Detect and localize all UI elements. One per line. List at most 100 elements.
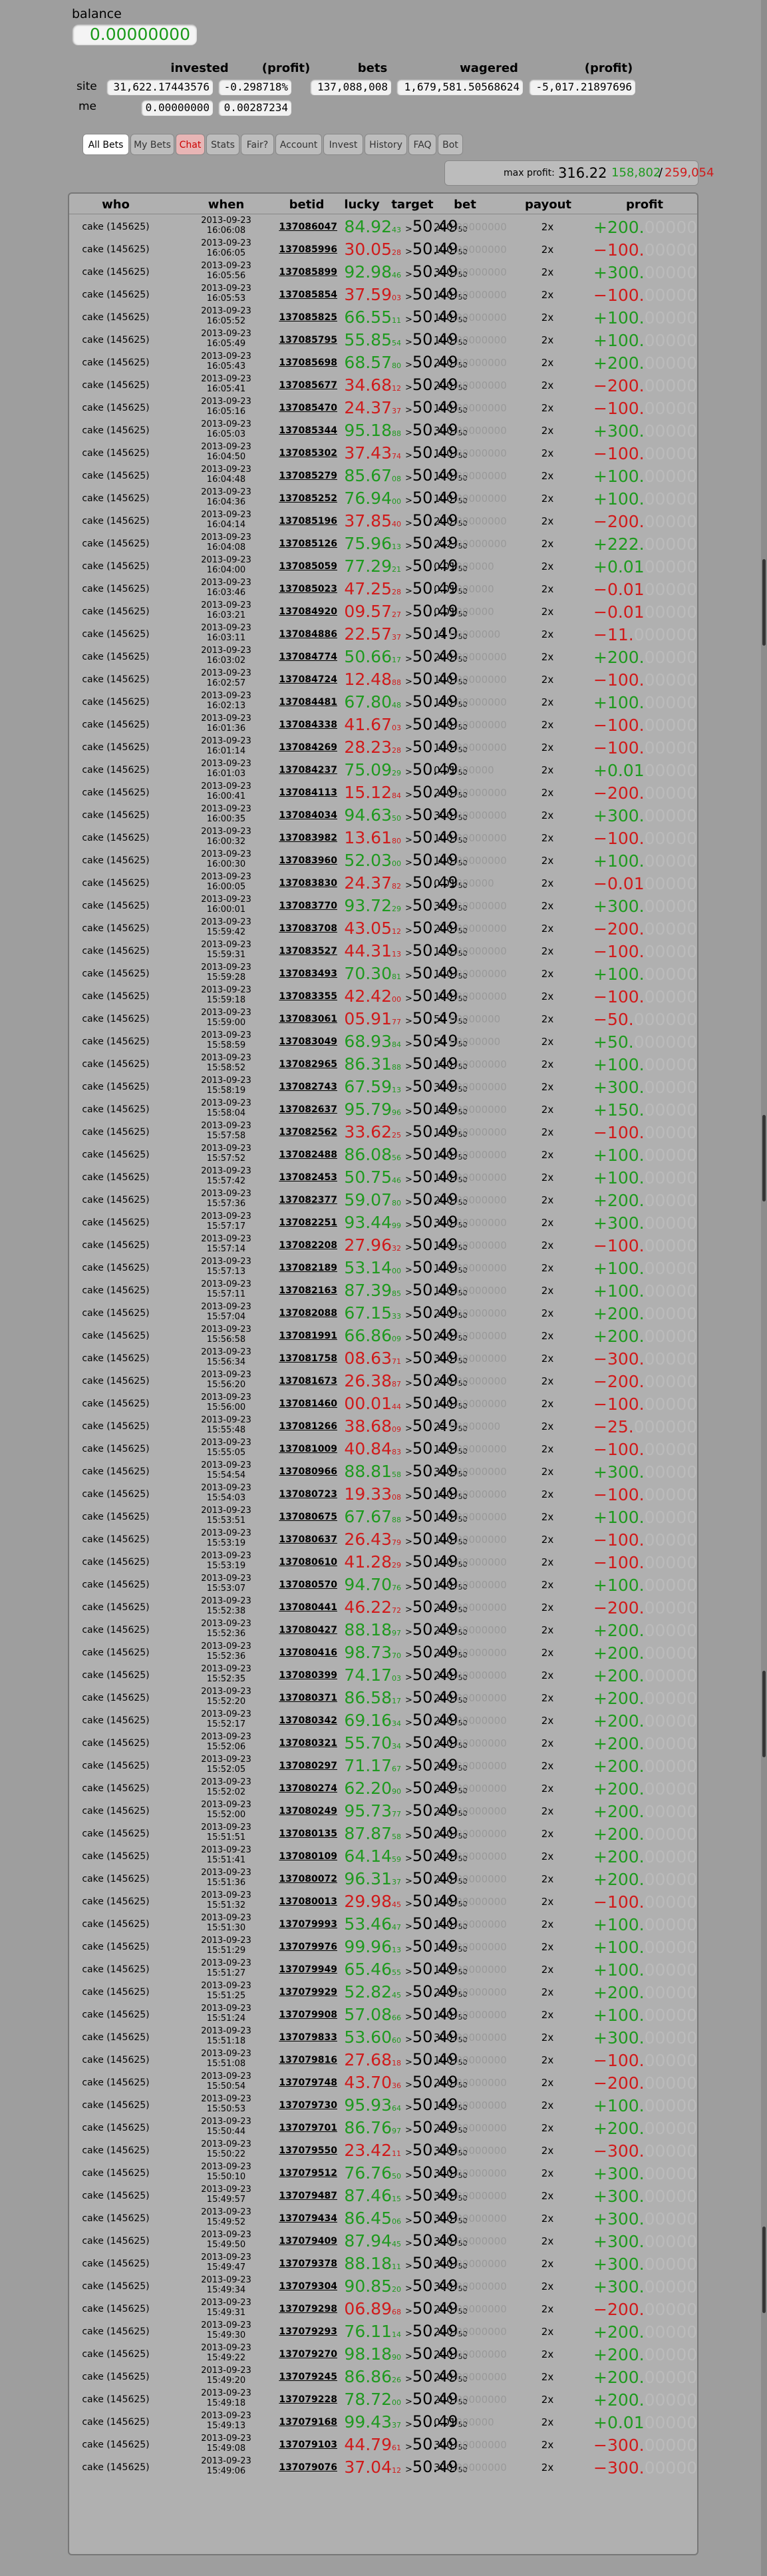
row-bet-value: 100 <box>434 1058 453 1070</box>
row-target-op: > <box>405 1039 412 1049</box>
tab-fair[interactable]: Fair? <box>241 134 274 155</box>
table-row: cake (145625) 2013-09-23 15:51:51 137080135… <box>69 1823 697 1845</box>
row-bet-zeros: .00000000 <box>452 719 507 731</box>
row-bet: 100.00000000 <box>434 1285 507 1297</box>
row-bet: 200.00000000 <box>434 651 507 663</box>
row-when: 2013-09-23 15:53:19 <box>186 1551 266 1571</box>
row-when: 2013-09-23 15:51:32 <box>186 1890 266 1910</box>
tab-account[interactable]: Account <box>275 134 322 155</box>
row-bet-value: 200 <box>434 1715 453 1727</box>
row-when: 2013-09-23 15:57:04 <box>186 1302 266 1322</box>
tab-stats[interactable]: Stats <box>206 134 239 155</box>
row-profit: +200.00000000 <box>593 1304 697 1323</box>
row-lucky-value: 87.94 <box>344 2231 392 2251</box>
row-date: 2013-09-23 <box>201 1053 251 1063</box>
row-bet-value: 200 <box>434 1624 453 1636</box>
tab-my-bets[interactable]: My Bets <box>130 134 174 155</box>
row-time: 16:00:30 <box>206 859 246 869</box>
row-bet-zeros: .00000000 <box>452 923 507 935</box>
row-lucky-decimals: 66 <box>392 2014 401 2022</box>
scrollbar-thumb[interactable] <box>762 1671 766 1757</box>
row-bet-zeros: 000000 <box>456 764 494 776</box>
row-who: cake (145625) <box>82 787 150 798</box>
row-profit-zeros: 00000000 <box>644 2368 698 2387</box>
tab-chat[interactable]: Chat <box>176 134 205 155</box>
scrollbar-track[interactable] <box>761 0 767 2576</box>
row-profit-zeros: 00000000 <box>644 1078 698 1097</box>
row-bet: 0.01000000 <box>434 560 494 572</box>
row-profit-value: −100. <box>593 942 645 961</box>
scrollbar-thumb[interactable] <box>762 1115 766 1201</box>
row-date: 2013-09-23 <box>201 963 251 972</box>
row-bet: 0.01000000 <box>434 764 494 776</box>
row-profit: +300.00000000 <box>593 2254 697 2274</box>
row-bet: 100.00000000 <box>434 1488 507 1500</box>
row-payout: 2x <box>541 1647 554 1659</box>
row-bet-value: 200 <box>434 2077 453 2089</box>
row-profit-zeros: 00000000 <box>644 1553 698 1572</box>
row-target-op: > <box>405 2239 412 2249</box>
row-date: 2013-09-23 <box>201 1008 251 1018</box>
scrollbar-thumb[interactable] <box>762 2227 766 2313</box>
row-time: 15:51:29 <box>206 1946 246 1956</box>
row-profit-value: −100. <box>593 1236 645 1255</box>
row-lucky-decimals: 46 <box>392 1176 401 1185</box>
row-date: 2013-09-23 <box>201 1664 251 1674</box>
row-profit: −100.00000000 <box>593 1123 697 1142</box>
row-lucky-value: 00.01 <box>344 1394 392 1413</box>
row-target-op: > <box>405 1876 412 1886</box>
row-date: 2013-09-23 <box>201 849 251 859</box>
row-profit-value: −200. <box>593 2073 645 2093</box>
row-bet-value: 200 <box>434 357 453 369</box>
row-time: 15:57:17 <box>206 1221 246 1231</box>
row-lucky-value: 70.30 <box>344 964 392 983</box>
row-payout: 2x <box>541 809 554 821</box>
row-payout: 2x <box>541 1239 554 1251</box>
row-lucky-value: 26.43 <box>344 1530 392 1549</box>
row-time: 16:05:52 <box>206 316 246 326</box>
row-lucky: 12.4888 <box>325 670 401 689</box>
row-payout: 2x <box>541 1488 554 1500</box>
row-lucky-decimals: 74 <box>392 452 401 461</box>
row-lucky: 29.9845 <box>325 1892 401 1911</box>
row-lucky: 55.8554 <box>325 330 401 349</box>
tab-all-bets[interactable]: All Bets <box>82 134 129 155</box>
row-profit-zeros: 00000000 <box>644 1508 698 1527</box>
row-when: 2013-09-23 16:00:35 <box>186 804 266 824</box>
row-time: 16:02:13 <box>206 701 246 711</box>
scrollbar-thumb[interactable] <box>762 559 766 646</box>
row-bet-zeros: .00000000 <box>452 357 507 369</box>
row-time: 15:51:30 <box>206 1923 246 1933</box>
row-when: 2013-09-23 15:49:31 <box>186 2298 266 2318</box>
row-profit: +200.00000000 <box>593 218 697 237</box>
row-who: cake (145625) <box>82 1874 150 1884</box>
row-bet-zeros: .00000000 <box>452 1239 507 1251</box>
row-lucky-decimals: 15 <box>392 2195 401 2203</box>
row-date: 2013-09-23 <box>201 2094 251 2104</box>
row-bet: 200.00000000 <box>434 1760 507 1772</box>
row-who: cake (145625) <box>82 493 150 504</box>
row-lucky-value: 41.67 <box>344 715 392 734</box>
row-lucky-decimals: 50 <box>392 2172 401 2181</box>
row-lucky: 75.9613 <box>325 534 401 553</box>
row-date: 2013-09-23 <box>201 533 251 542</box>
tab-bot[interactable]: Bot <box>438 134 463 155</box>
row-date: 2013-09-23 <box>201 2071 251 2081</box>
tab-faq[interactable]: FAQ <box>408 134 436 155</box>
row-bet-zeros: .00000000 <box>452 1941 507 1953</box>
row-time: 15:59:18 <box>206 995 246 1005</box>
row-profit: −200.00000000 <box>593 783 697 803</box>
row-profit-zeros: 00000000 <box>644 2209 698 2229</box>
row-bet-value: 300 <box>434 2190 453 2202</box>
col-when: when <box>208 198 245 212</box>
row-target-op: > <box>405 654 412 664</box>
tab-history[interactable]: History <box>365 134 407 155</box>
row-time: 16:05:49 <box>206 339 246 349</box>
row-bet: 200.00000000 <box>434 1986 507 1998</box>
row-who: cake (145625) <box>82 516 150 527</box>
row-profit-zeros: 00000000 <box>644 919 698 939</box>
tab-invest[interactable]: Invest <box>323 134 363 155</box>
row-bet-value: 0.01 <box>434 2416 456 2428</box>
site-wagered-profit: -5,017.21897696 <box>529 79 635 95</box>
row-profit: −100.00000000 <box>593 942 697 961</box>
